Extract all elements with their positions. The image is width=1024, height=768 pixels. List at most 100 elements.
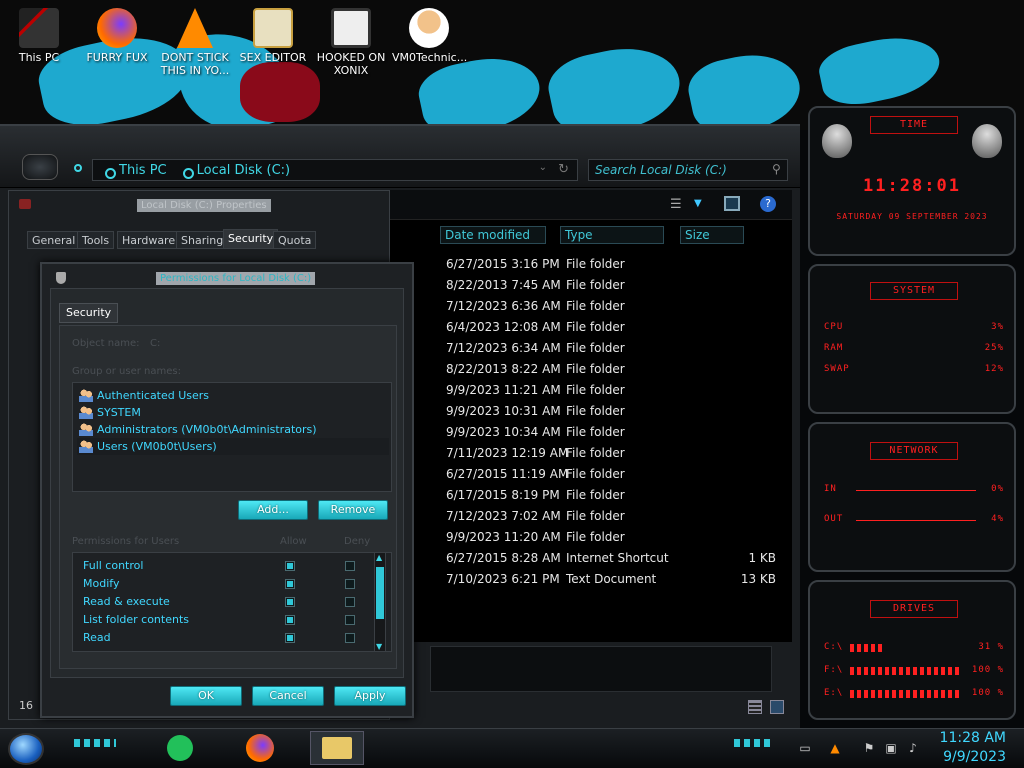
help-icon[interactable]: ? — [760, 196, 776, 212]
file-row[interactable]: 9/9/2023 10:31 AM File folder — [446, 401, 776, 422]
tab-tools[interactable]: Tools — [77, 231, 115, 249]
tray-volume-icon[interactable]: ♪ — [906, 741, 920, 755]
scroll-down-icon[interactable]: ▼ — [376, 642, 382, 651]
file-row[interactable]: 9/9/2023 11:21 AM File folder — [446, 380, 776, 401]
refresh-icon[interactable]: ↻ — [558, 162, 569, 177]
user-list-item[interactable]: SYSTEM — [77, 404, 141, 421]
deny-label: Deny — [344, 536, 371, 547]
taskbar-notes-app[interactable] — [160, 731, 200, 765]
file-row[interactable]: 6/27/2015 3:16 PM File folder — [446, 254, 776, 275]
deny-checkbox[interactable] — [345, 597, 355, 607]
permissions-title: Permissions for Local Disk (C:) — [156, 272, 316, 285]
permission-name: Modify — [83, 577, 120, 590]
file-row[interactable]: 6/17/2015 8:19 PM File folder — [446, 485, 776, 506]
apply-button[interactable]: Apply — [334, 686, 406, 706]
gadget-row-label: RAM — [824, 343, 844, 353]
desktop-icon-vm0technic[interactable]: VM0Technic... — [392, 8, 467, 64]
desktop-icon-furry-fux[interactable]: FURRY FUX — [80, 8, 154, 64]
file-type: File folder — [566, 299, 625, 313]
tab-quota[interactable]: Quota — [273, 231, 317, 249]
file-row[interactable]: 7/10/2023 6:21 PM Text Document 13 KB — [446, 569, 776, 590]
allow-checkbox[interactable] — [285, 633, 295, 643]
file-type: File folder — [566, 278, 625, 292]
address-dropdown-icon[interactable]: ⌄ — [539, 162, 547, 173]
search-input[interactable]: Search Local Disk (C:) — [588, 159, 788, 181]
desktop-icon-sex-editor[interactable]: SEX EDITOR — [236, 8, 310, 64]
scroll-up-icon[interactable]: ▲ — [376, 553, 382, 562]
tab-perm-security[interactable]: Security — [59, 303, 119, 323]
taskbar-date: 9/9/2023 — [943, 749, 1006, 765]
user-list-item[interactable]: Users (VM0b0t\Users) — [77, 438, 389, 455]
network-out-graph — [856, 520, 976, 521]
file-type: File folder — [566, 488, 625, 502]
gadget-row-value: 31 % — [978, 642, 1004, 652]
file-size: 13 KB — [740, 572, 776, 586]
address-bar[interactable]: This PC Local Disk (C:) ↻ ⌄ — [92, 159, 578, 181]
tab-general[interactable]: General — [27, 231, 81, 249]
scroll-thumb[interactable] — [376, 567, 384, 619]
allow-checkbox[interactable] — [285, 615, 295, 625]
file-row[interactable]: 7/12/2023 7:02 AM File folder — [446, 506, 776, 527]
desktop-icon-hooked-on-xonix[interactable]: HOOKED ON XONIX — [314, 8, 388, 77]
desktop-icon-this-pc[interactable]: This PC — [2, 8, 76, 64]
column-header-size[interactable]: Size — [680, 226, 744, 244]
file-row[interactable]: 6/27/2015 11:19 AM File folder — [446, 464, 776, 485]
file-row[interactable]: 7/11/2023 12:19 AM File folder — [446, 443, 776, 464]
taskbar-firefox[interactable] — [240, 731, 280, 765]
file-date: 7/12/2023 7:02 AM — [446, 509, 561, 523]
desktop-icon-dont-stick[interactable]: DONT STICK THIS IN YO... — [158, 8, 232, 77]
view-options-icon[interactable]: ☰ — [670, 197, 682, 212]
preview-pane-icon[interactable] — [724, 196, 740, 211]
file-row[interactable]: 8/22/2013 8:22 AM File folder — [446, 359, 776, 380]
tab-sharing[interactable]: Sharing — [176, 231, 229, 249]
back-nav-icon[interactable] — [22, 154, 58, 180]
deny-checkbox[interactable] — [345, 561, 355, 571]
start-button[interactable] — [8, 733, 44, 765]
file-row[interactable]: 6/27/2015 8:28 AM Internet Shortcut 1 KB — [446, 548, 776, 569]
file-type: File folder — [566, 467, 625, 481]
drive-usage-bar — [850, 690, 960, 698]
users-listbox[interactable]: Authenticated Users SYSTEM Administrators … — [72, 382, 392, 492]
ok-button[interactable]: OK — [170, 686, 242, 706]
allow-checkbox[interactable] — [285, 561, 295, 571]
cancel-button[interactable]: Cancel — [252, 686, 324, 706]
thumbnail-view-icon[interactable] — [770, 700, 784, 714]
view-dropdown-icon[interactable]: ▼ — [694, 198, 702, 209]
allow-checkbox[interactable] — [285, 579, 295, 589]
column-header-type[interactable]: Type — [560, 226, 664, 244]
deny-checkbox[interactable] — [345, 633, 355, 643]
tray-hidden-icons[interactable]: ▭ — [798, 741, 812, 755]
taskbar-file-explorer[interactable] — [310, 731, 364, 765]
tray-display-icon[interactable]: ▣ — [884, 741, 898, 755]
breadcrumb-local-disk[interactable]: Local Disk (C:) — [182, 163, 290, 179]
tray-network-icon[interactable]: ⚑ — [862, 741, 876, 755]
remove-button[interactable]: Remove — [318, 500, 388, 520]
file-row[interactable]: 8/22/2013 7:45 AM File folder — [446, 275, 776, 296]
allow-checkbox[interactable] — [285, 597, 295, 607]
user-list-item[interactable]: Administrators (VM0b0t\Administrators) — [77, 421, 317, 438]
vlc-cone-icon — [177, 8, 213, 48]
object-name-label: Object name: — [72, 338, 140, 349]
file-row[interactable]: 6/4/2023 12:08 AM File folder — [446, 317, 776, 338]
allow-label: Allow — [280, 536, 307, 547]
details-pane — [430, 646, 772, 692]
details-view-icon[interactable] — [748, 700, 762, 714]
file-row[interactable]: 9/9/2023 11:20 AM File folder — [446, 527, 776, 548]
add-button[interactable]: Add... — [238, 500, 308, 520]
alien-head-icon — [822, 124, 852, 158]
user-list-item[interactable]: Authenticated Users — [77, 387, 209, 404]
taskbar-clock[interactable]: 11:28 AM 9/9/2023 — [940, 729, 1006, 767]
tab-hardware[interactable]: Hardware — [117, 231, 181, 249]
file-row[interactable]: 9/9/2023 10:34 AM File folder — [446, 422, 776, 443]
desktop: This PC FURRY FUX DONT STICK THIS IN YO.… — [0, 0, 1024, 768]
column-header-date-modified[interactable]: Date modified — [440, 226, 546, 244]
gadget-row-value: 100 % — [971, 665, 1004, 675]
tab-security[interactable]: Security — [223, 229, 279, 249]
permissions-scrollbar[interactable]: ▲ ▼ — [374, 552, 386, 652]
tray-keyboard-icon[interactable] — [836, 741, 850, 755]
deny-checkbox[interactable] — [345, 615, 355, 625]
breadcrumb-this-pc[interactable]: This PC — [105, 163, 167, 179]
file-row[interactable]: 7/12/2023 6:36 AM File folder — [446, 296, 776, 317]
file-row[interactable]: 7/12/2023 6:34 AM File folder — [446, 338, 776, 359]
deny-checkbox[interactable] — [345, 579, 355, 589]
